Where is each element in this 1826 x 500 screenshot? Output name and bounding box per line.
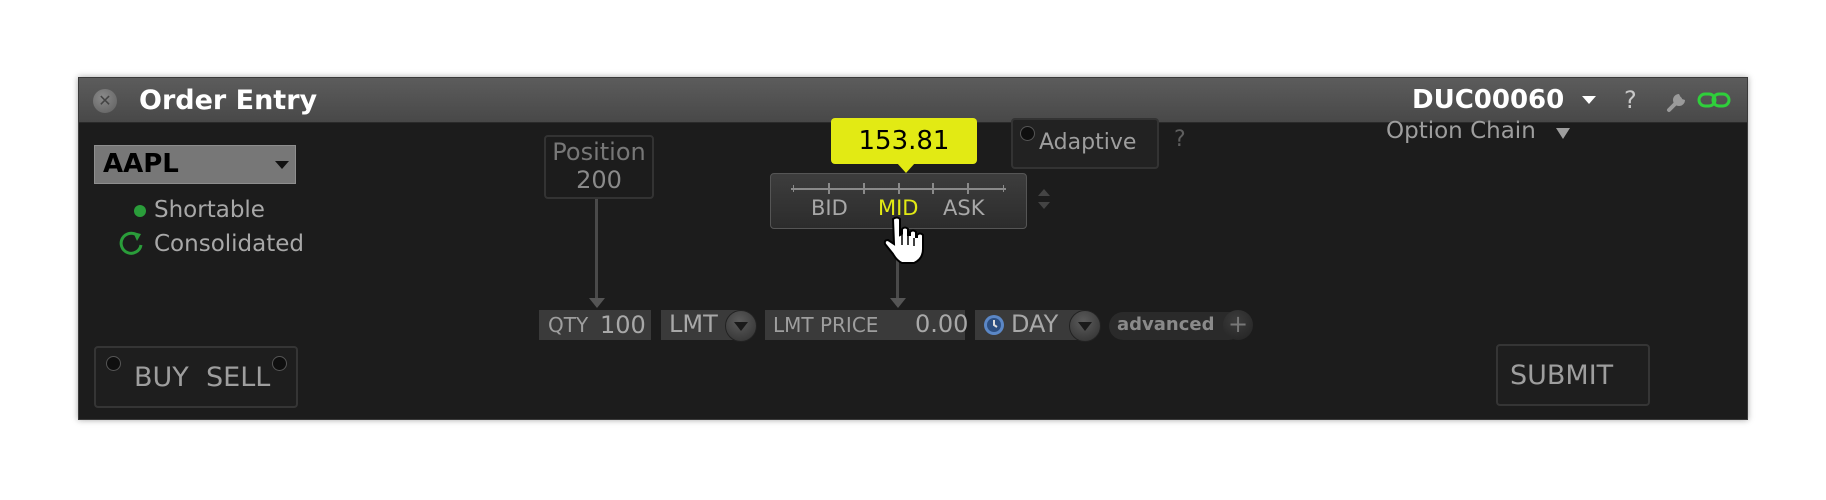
- wrench-icon[interactable]: [1666, 87, 1690, 113]
- submit-button[interactable]: SUBMIT: [1496, 344, 1650, 406]
- price-tooltip: 153.81: [831, 118, 977, 164]
- slider-tick: [828, 183, 830, 194]
- symbol-dropdown[interactable]: AAPL: [94, 145, 296, 184]
- chevron-down-icon[interactable]: [275, 161, 289, 169]
- plus-icon[interactable]: +: [1223, 310, 1253, 340]
- limit-price-label: LMT PRICE: [773, 313, 879, 337]
- shortable-status: Shortable: [154, 197, 265, 223]
- adaptive-label: Adaptive: [1039, 130, 1137, 155]
- clock-icon: [984, 315, 1004, 335]
- title-bar: ✕ Order Entry DUC00060 ?: [79, 78, 1747, 123]
- buy-button[interactable]: BUY: [134, 362, 189, 393]
- chevron-down-icon[interactable]: [725, 310, 757, 342]
- arrow-down-icon: [890, 298, 906, 308]
- position-connector: [595, 199, 598, 299]
- qty-label: QTY: [548, 313, 589, 337]
- symbol-text: AAPL: [103, 149, 179, 179]
- help-icon[interactable]: ?: [1624, 86, 1637, 114]
- chevron-down-icon[interactable]: [1069, 310, 1101, 342]
- link-icon[interactable]: [1697, 91, 1731, 109]
- chevron-down-icon[interactable]: [1556, 128, 1570, 139]
- account-selector[interactable]: DUC00060: [1412, 85, 1564, 115]
- refresh-icon[interactable]: [116, 228, 146, 258]
- ask-option[interactable]: ASK: [943, 196, 984, 220]
- advanced-label: advanced: [1117, 314, 1215, 335]
- submit-label: SUBMIT: [1510, 360, 1614, 391]
- help-icon[interactable]: ?: [1174, 127, 1186, 152]
- buy-indicator-icon: [106, 356, 121, 371]
- slider-tick: [1003, 185, 1004, 192]
- time-in-force-value: DAY: [1011, 310, 1059, 338]
- bid-option[interactable]: BID: [811, 196, 848, 220]
- price-value: 153.81: [858, 126, 950, 156]
- consolidated-status: Consolidated: [154, 231, 305, 257]
- buy-sell-toggle[interactable]: BUY SELL: [94, 346, 298, 408]
- arrow-down-icon: [589, 298, 605, 308]
- slider-tick: [793, 185, 794, 192]
- window-title: Order Entry: [139, 85, 318, 116]
- adaptive-indicator-icon: [1020, 126, 1035, 141]
- tooltip-pointer: [897, 163, 915, 173]
- order-entry-window: ✕ Order Entry DUC00060 ? AAPL Shortable …: [78, 77, 1748, 420]
- limit-price-field[interactable]: LMT PRICE 0.00: [765, 310, 968, 340]
- slider-tick: [863, 183, 865, 194]
- close-icon[interactable]: ✕: [93, 89, 117, 113]
- chevron-down-icon[interactable]: [1582, 96, 1596, 104]
- slider-tick: [967, 183, 969, 194]
- price-stepper[interactable]: [1037, 186, 1051, 212]
- qty-value[interactable]: 100: [600, 311, 646, 339]
- sell-button[interactable]: SELL: [206, 362, 270, 393]
- quantity-field[interactable]: QTY 100: [539, 310, 651, 340]
- status-dot-icon: [134, 205, 146, 217]
- slider-tick: [898, 183, 900, 194]
- position-display[interactable]: Position 200: [544, 135, 654, 199]
- slider-tick: [932, 183, 934, 194]
- option-chain-link[interactable]: Option Chain: [1386, 118, 1536, 144]
- limit-price-value[interactable]: 0.00: [915, 310, 968, 338]
- order-type-value: LMT: [669, 310, 718, 338]
- sell-indicator-icon: [272, 356, 287, 371]
- adaptive-toggle[interactable]: Adaptive: [1011, 118, 1159, 169]
- hand-cursor-icon: [883, 216, 924, 264]
- position-value: 200: [576, 166, 622, 194]
- position-label: Position: [552, 138, 646, 166]
